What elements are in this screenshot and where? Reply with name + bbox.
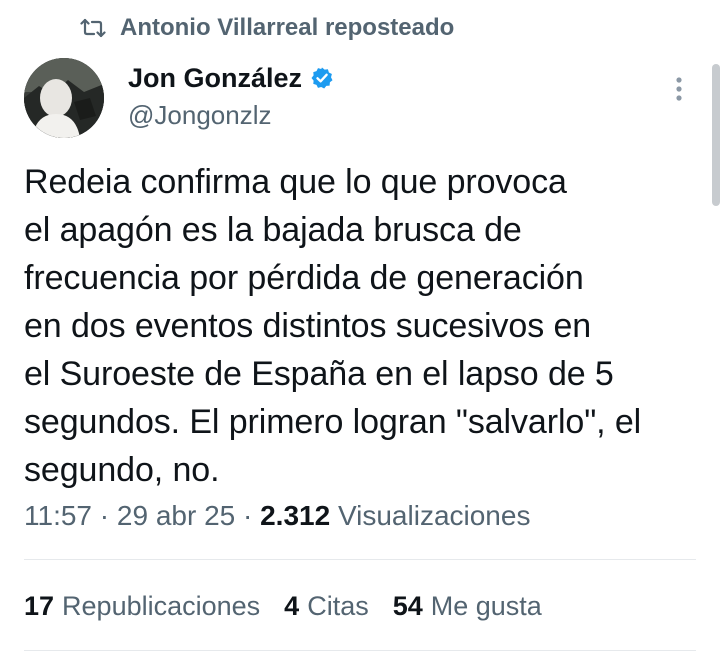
reposts-count: 17 — [24, 590, 55, 621]
meta-separator: · — [243, 500, 253, 531]
likes-stat[interactable]: 54 Me gusta — [393, 591, 542, 622]
quotes-count: 4 — [284, 590, 300, 621]
tweet-text: Redeia confirma que lo que provoca el ap… — [24, 163, 642, 489]
likes-label: Me gusta — [430, 590, 542, 621]
verified-badge-icon[interactable] — [310, 66, 334, 90]
views-count: 2.312 — [260, 500, 331, 531]
repost-header[interactable]: Antonio Villarreal reposteado — [80, 12, 454, 44]
author-handle[interactable]: @Jongonzlz — [128, 100, 334, 131]
author-block[interactable]: Jon González @Jongonzlz — [128, 60, 334, 131]
divider — [24, 559, 696, 560]
tweet-date[interactable]: 29 abr 25 — [117, 500, 235, 532]
repost-icon — [80, 17, 106, 39]
tweet-time[interactable]: 11:57 — [24, 500, 92, 532]
avatar[interactable] — [24, 58, 104, 138]
tweet-stats: 17 Republicaciones 4 Citas 54 Me gusta — [24, 586, 566, 626]
likes-count: 54 — [392, 590, 423, 621]
author-name[interactable]: Jon González — [128, 63, 302, 94]
reposts-label: Republicaciones — [62, 590, 261, 621]
quotes-label: Citas — [307, 590, 369, 621]
tweet-meta: 11:57 · 29 abr 25 · 2.312 Visualizacione… — [24, 496, 530, 536]
quotes-stat[interactable]: 4 Citas — [284, 591, 369, 622]
repost-label[interactable]: Antonio Villarreal reposteado — [120, 14, 454, 42]
more-options-button[interactable] — [668, 74, 690, 108]
scrollbar-thumb[interactable] — [712, 64, 720, 206]
divider — [24, 650, 696, 651]
more-options-icon — [675, 76, 683, 107]
reposts-stat[interactable]: 17 Republicaciones — [24, 591, 260, 622]
meta-separator: · — [99, 500, 110, 531]
views-label[interactable]: Visualizaciones — [338, 500, 531, 532]
